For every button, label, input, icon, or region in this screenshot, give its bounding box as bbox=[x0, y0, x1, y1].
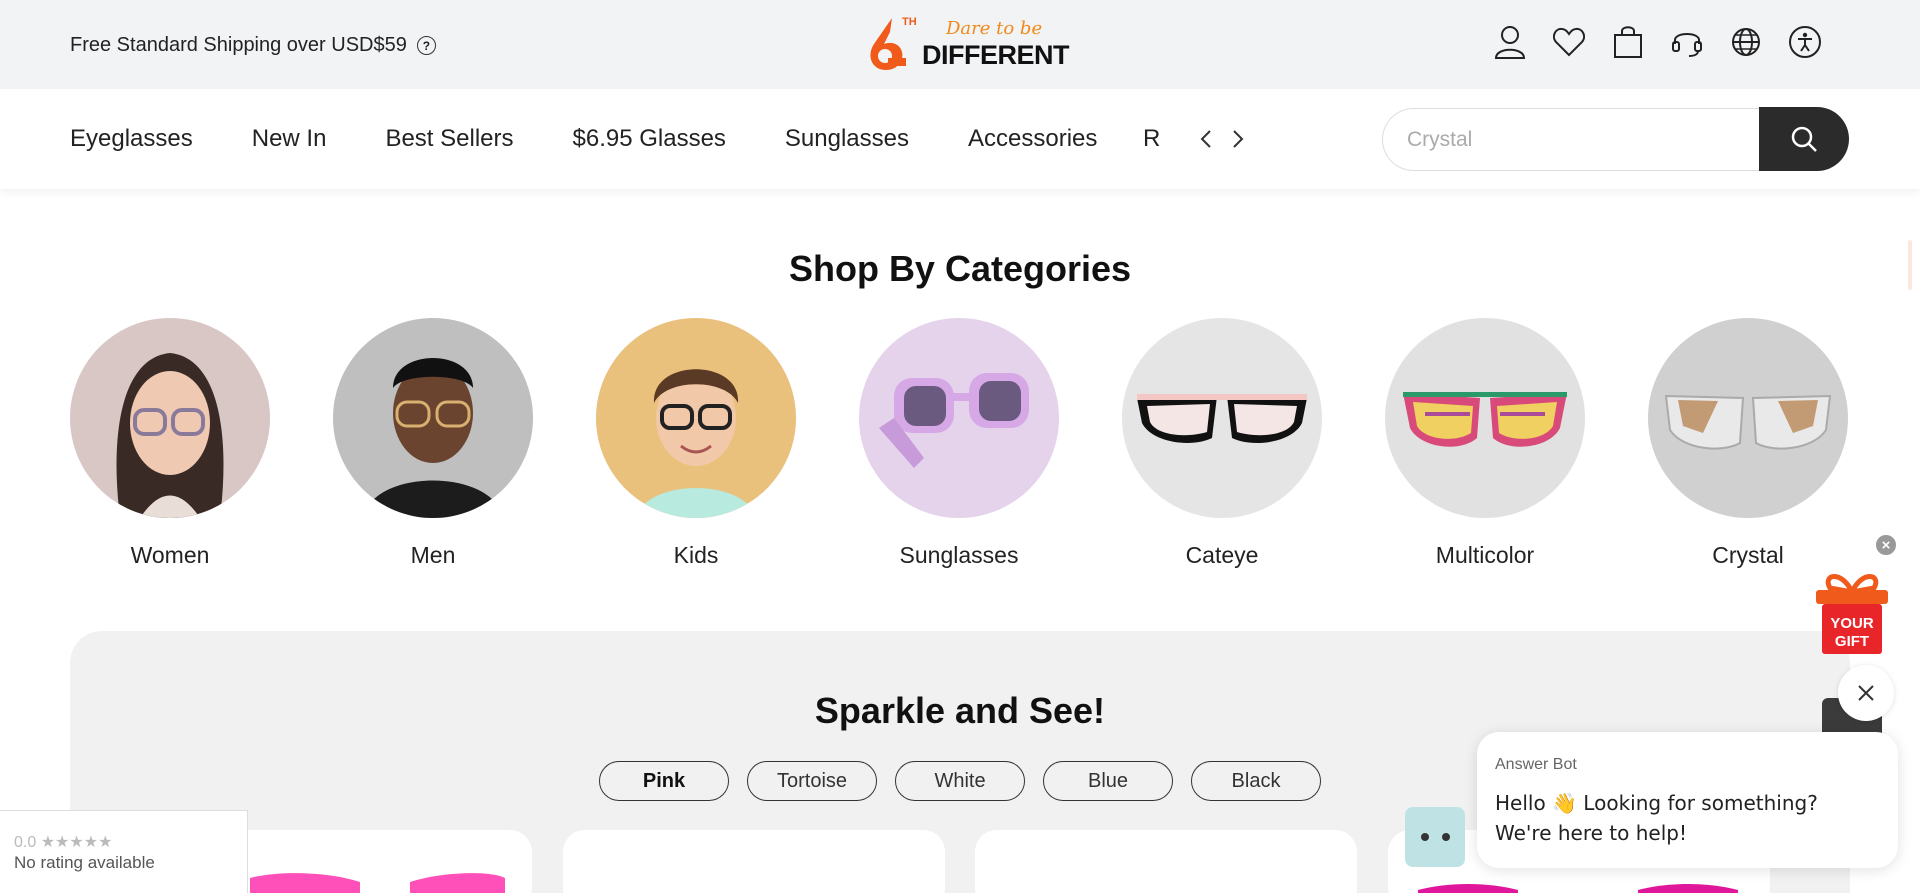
category-men[interactable]: Men bbox=[333, 318, 533, 569]
chip-tortoise[interactable]: Tortoise bbox=[747, 761, 877, 801]
logo-six-mark bbox=[870, 18, 906, 70]
nav-item-best-sellers[interactable]: Best Sellers bbox=[385, 125, 513, 153]
category-label: Men bbox=[410, 542, 456, 568]
bot-avatar bbox=[1405, 807, 1465, 867]
product-card[interactable] bbox=[975, 830, 1357, 893]
category-image-cateye bbox=[1122, 318, 1322, 518]
globe-icon[interactable] bbox=[1728, 24, 1763, 59]
bag-icon[interactable] bbox=[1610, 24, 1645, 59]
category-women[interactable]: Women bbox=[70, 318, 270, 569]
chevron-left-icon[interactable] bbox=[1197, 126, 1215, 152]
product-card[interactable] bbox=[563, 830, 945, 893]
search-box bbox=[1382, 108, 1760, 171]
nav-item-sunglasses[interactable]: Sunglasses bbox=[785, 125, 909, 153]
logo-superscript: TH bbox=[902, 16, 917, 28]
category-crystal[interactable]: Crystal bbox=[1648, 318, 1848, 569]
brand-logo[interactable]: TH Dare to be DIFFERENT bbox=[862, 14, 1070, 74]
shipping-banner: Free Standard Shipping over USD$59 ? bbox=[70, 34, 436, 57]
rating-widget[interactable]: 0.0 ★★★★★ No rating available bbox=[0, 810, 248, 893]
gift-line2: GIFT bbox=[1835, 633, 1869, 650]
chat-sender: Answer Bot bbox=[1495, 756, 1577, 773]
top-bar: Free Standard Shipping over USD$59 ? TH … bbox=[0, 0, 1920, 89]
rating-text: No rating available bbox=[14, 853, 155, 872]
shipping-text: Free Standard Shipping over USD$59 bbox=[70, 34, 407, 56]
nav-scroll-arrows bbox=[1197, 126, 1247, 152]
category-multicolor[interactable]: Multicolor bbox=[1385, 318, 1585, 569]
category-image-sunglasses bbox=[859, 318, 1059, 518]
category-image-women bbox=[70, 318, 270, 518]
categories-title: Shop By Categories bbox=[788, 248, 1132, 289]
chevron-right-icon[interactable] bbox=[1229, 126, 1247, 152]
star-icons: ★★★★★ bbox=[40, 834, 113, 851]
category-label: Women bbox=[130, 542, 210, 568]
rating-score: 0.0 bbox=[14, 834, 37, 851]
chip-pink[interactable]: Pink bbox=[599, 761, 729, 801]
nav-item-accessories[interactable]: Accessories bbox=[968, 125, 1097, 153]
header-icons bbox=[1492, 24, 1822, 59]
chat-text: Hello 👋 Looking for something? We're her… bbox=[1495, 791, 1818, 845]
category-label: Cateye bbox=[1185, 542, 1259, 568]
nav-item-glasses-695[interactable]: $6.95 Glasses bbox=[573, 125, 726, 153]
nav-item-new-in[interactable]: New In bbox=[252, 125, 327, 153]
nav-item-eyeglasses[interactable]: Eyeglasses bbox=[70, 125, 193, 153]
category-sunglasses[interactable]: Sunglasses bbox=[859, 318, 1059, 569]
chip-white[interactable]: White bbox=[895, 761, 1025, 801]
rating-stars: 0.0 ★★★★★ bbox=[14, 832, 112, 852]
gift-button[interactable]: YOUR GIFT bbox=[1812, 570, 1892, 656]
category-image-multicolor bbox=[1385, 318, 1585, 518]
category-image-kids bbox=[596, 318, 796, 518]
chat-close-button[interactable] bbox=[1838, 665, 1894, 721]
nav-item-overflow[interactable]: R bbox=[1143, 125, 1160, 153]
category-label: Sunglasses bbox=[899, 542, 1019, 568]
close-icon bbox=[1858, 685, 1874, 701]
logo-tagline: Dare to be bbox=[946, 18, 1043, 39]
sparkle-title: Sparkle and See! bbox=[814, 690, 1106, 731]
search-icon bbox=[1791, 126, 1817, 152]
search-input[interactable] bbox=[1407, 109, 1747, 170]
category-label: Kids bbox=[673, 542, 719, 568]
category-label: Multicolor bbox=[1435, 542, 1535, 568]
gift-line1: YOUR bbox=[1830, 615, 1874, 632]
question-circle-icon[interactable]: ? bbox=[416, 36, 436, 55]
category-kids[interactable]: Kids bbox=[596, 318, 796, 569]
heart-icon[interactable] bbox=[1551, 24, 1586, 59]
search-button[interactable] bbox=[1759, 107, 1849, 171]
category-list: Women Men Kids Sunglasses Cateye Multico… bbox=[70, 318, 1848, 569]
gift-close-button[interactable]: × bbox=[1874, 533, 1898, 557]
nav-menu: Eyeglasses New In Best Sellers $6.95 Gla… bbox=[70, 125, 1097, 153]
category-label: Crystal bbox=[1712, 542, 1784, 568]
logo-wordmark: DIFFERENT bbox=[922, 40, 1070, 70]
user-icon[interactable] bbox=[1492, 24, 1527, 59]
chat-message[interactable]: Answer Bot Hello 👋 Looking for something… bbox=[1477, 732, 1898, 868]
category-cateye[interactable]: Cateye bbox=[1122, 318, 1322, 569]
accessibility-icon[interactable] bbox=[1787, 24, 1822, 59]
chip-black[interactable]: Black bbox=[1191, 761, 1321, 801]
category-image-men bbox=[333, 318, 533, 518]
category-image-crystal bbox=[1648, 318, 1848, 518]
chip-blue[interactable]: Blue bbox=[1043, 761, 1173, 801]
headset-icon[interactable] bbox=[1669, 24, 1704, 59]
